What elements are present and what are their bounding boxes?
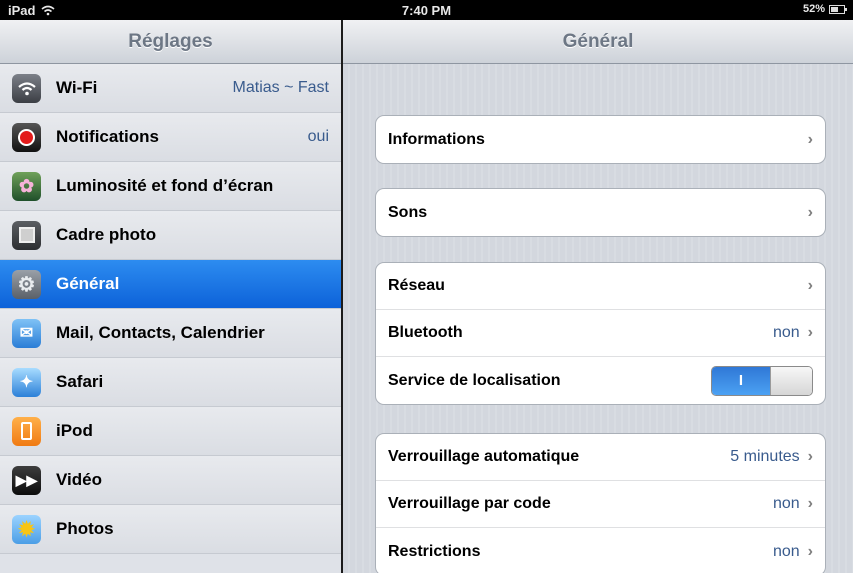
- row-sons[interactable]: Sons ›: [376, 189, 825, 236]
- sunflower-icon: ✹: [12, 514, 41, 544]
- sidebar-item-ipod[interactable]: iPod: [0, 407, 341, 456]
- row-label: Sons: [388, 203, 428, 221]
- group-sounds: Sons ›: [375, 188, 826, 237]
- battery-icon: [829, 4, 847, 14]
- group-about: Informations ›: [375, 115, 826, 164]
- sidebar-item-label: Safari: [56, 372, 104, 391]
- toggle-knob: [770, 366, 812, 395]
- sidebar-item-value: Matias ~ Fast: [232, 79, 329, 96]
- group-lock: Verrouillage automatique 5 minutes › Ver…: [375, 433, 826, 573]
- row-value: non: [772, 542, 800, 560]
- settings-sidebar: Réglages Wi-Fi Matias ~ Fast Notificatio…: [0, 20, 341, 573]
- sidebar-item-label: Général: [56, 274, 120, 293]
- row-location-services: Service de localisation I: [376, 357, 825, 404]
- row-value: non: [772, 324, 800, 341]
- row-label: Verrouillage automatique: [388, 448, 580, 465]
- chevron-right-icon: ›: [807, 277, 813, 294]
- row-label: Service de localisation: [388, 371, 561, 389]
- sidebar-item-label: Cadre photo: [56, 225, 157, 244]
- sidebar-item-value: oui: [307, 128, 329, 145]
- sidebar-item-video[interactable]: ▶▶ Vidéo: [0, 456, 341, 505]
- notifications-icon: [12, 122, 41, 152]
- gear-icon: ⚙: [12, 269, 41, 299]
- mail-icon: ✉: [12, 318, 41, 348]
- chevron-right-icon: ›: [807, 324, 813, 341]
- ipod-icon: [12, 416, 41, 446]
- row-label: Réseau: [388, 277, 445, 294]
- row-restrictions[interactable]: Restrictions non ›: [376, 528, 825, 573]
- compass-icon: ✦: [12, 367, 41, 397]
- row-value: non: [772, 495, 800, 512]
- sidebar-item-photos[interactable]: ✹ Photos: [0, 505, 341, 554]
- row-label: Verrouillage par code: [388, 495, 551, 512]
- chevron-right-icon: ›: [807, 542, 813, 560]
- sidebar-item-label: Mail, Contacts, Calendrier: [56, 323, 265, 342]
- row-informations[interactable]: Informations ›: [376, 116, 825, 163]
- sidebar-item-general[interactable]: ⚙ Général: [0, 260, 341, 309]
- chevron-right-icon: ›: [807, 203, 813, 221]
- row-passcode-lock[interactable]: Verrouillage par code non ›: [376, 481, 825, 528]
- toggle-on-label: I: [712, 366, 770, 395]
- detail-title: Général: [343, 20, 853, 64]
- row-auto-lock[interactable]: Verrouillage automatique 5 minutes ›: [376, 434, 825, 481]
- row-reseau[interactable]: Réseau ›: [376, 263, 825, 310]
- sidebar-item-mail[interactable]: ✉ Mail, Contacts, Calendrier: [0, 309, 341, 358]
- sidebar-item-wifi[interactable]: Wi-Fi Matias ~ Fast: [0, 64, 341, 113]
- chevron-right-icon: ›: [807, 495, 813, 512]
- row-label: Bluetooth: [388, 324, 463, 341]
- location-services-toggle[interactable]: I: [711, 365, 813, 396]
- chevron-right-icon: ›: [807, 130, 813, 148]
- clapperboard-icon: ▶▶: [12, 465, 41, 495]
- clock: 7:40 PM: [401, 3, 452, 18]
- row-label: Restrictions: [388, 542, 481, 560]
- wifi-icon: [12, 73, 41, 103]
- row-value: 5 minutes: [730, 448, 800, 465]
- detail-pane: Général Informations › Sons › Réseau › B…: [343, 20, 853, 573]
- sidebar-item-picture-frame[interactable]: Cadre photo: [0, 211, 341, 260]
- sidebar-item-notifications[interactable]: Notifications oui: [0, 113, 341, 162]
- sidebar-item-label: Luminosité et fond d’écran: [56, 176, 274, 195]
- group-network: Réseau › Bluetooth non › Service de loca…: [375, 262, 826, 405]
- sidebar-item-label: Wi-Fi: [56, 78, 98, 97]
- sidebar-title: Réglages: [0, 20, 341, 64]
- chevron-right-icon: ›: [807, 448, 813, 465]
- sidebar-item-label: Notifications: [56, 127, 159, 146]
- status-bar: iPad 7:40 PM 52%: [0, 0, 853, 20]
- battery-percent: 52%: [802, 3, 825, 15]
- sidebar-item-label: iPod: [56, 421, 93, 440]
- sidebar-item-safari[interactable]: ✦ Safari: [0, 358, 341, 407]
- brightness-wallpaper-icon: ✿: [12, 171, 41, 201]
- picture-frame-icon: [12, 220, 41, 250]
- row-label: Informations: [388, 130, 485, 148]
- row-bluetooth[interactable]: Bluetooth non ›: [376, 310, 825, 357]
- sidebar-item-label: Vidéo: [56, 470, 102, 489]
- sidebar-item-label: Photos: [56, 519, 114, 538]
- sidebar-item-brightness-wallpaper[interactable]: ✿ Luminosité et fond d’écran: [0, 162, 341, 211]
